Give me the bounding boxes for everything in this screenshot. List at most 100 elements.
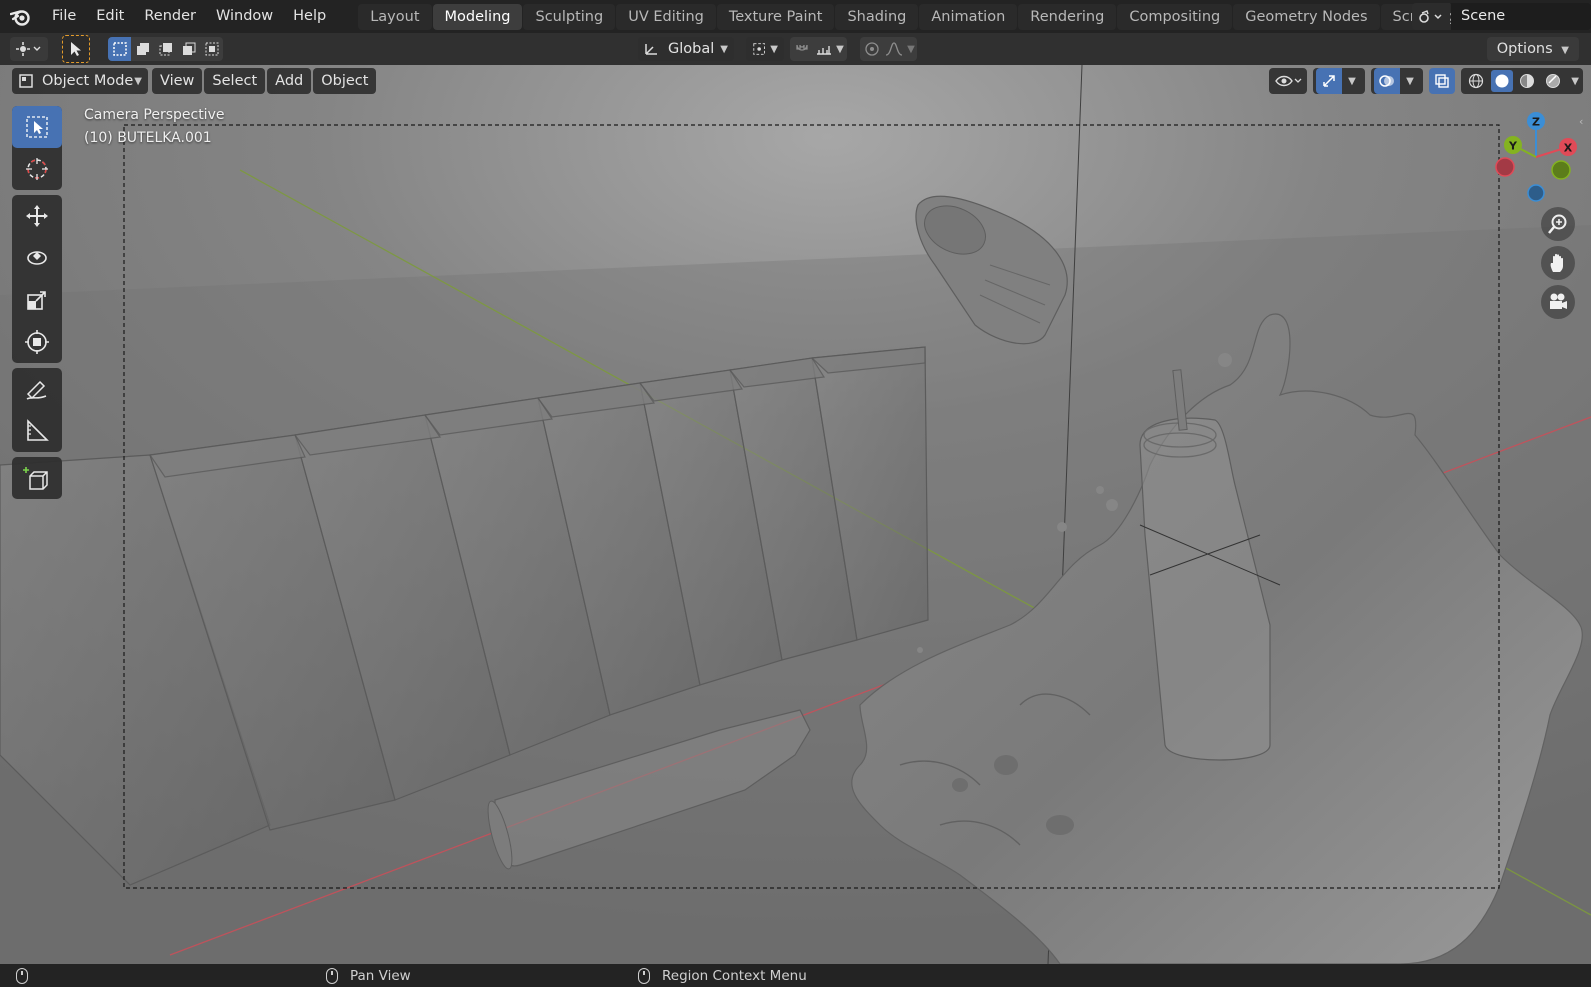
select-subtract-icon[interactable] xyxy=(154,37,177,61)
menu-help[interactable]: Help xyxy=(283,0,336,33)
tab-geometry-nodes[interactable]: Geometry Nodes xyxy=(1233,3,1380,30)
top-bar: File Edit Render Window Help Layout Mode… xyxy=(0,0,1591,33)
pan-hand-icon[interactable] xyxy=(1541,246,1575,280)
falloff-curve-icon xyxy=(885,42,903,56)
editor-type-icon[interactable] xyxy=(10,37,48,61)
wireframe-shading-icon[interactable] xyxy=(1465,70,1487,92)
neg-z-axis-handle[interactable] xyxy=(1527,184,1545,202)
viewport-header: Object Mode ▼ View Select Add Object xyxy=(12,68,378,94)
view-name-label: Camera Perspective xyxy=(84,107,225,123)
solid-shading-icon[interactable] xyxy=(1490,70,1513,92)
chevron-down-icon: ▼ xyxy=(720,43,728,55)
context-menu-hint: Region Context Menu xyxy=(662,967,807,984)
annotate-tools-group xyxy=(12,368,62,452)
proportional-edit-icon[interactable] xyxy=(860,37,883,61)
pivot-point-dropdown[interactable]: ▼ xyxy=(746,37,784,61)
3d-viewport[interactable]: Object Mode ▼ View Select Add Object ▼ ▼ xyxy=(0,65,1591,964)
pan-view-hint: Pan View xyxy=(350,967,411,984)
visibility-dropdown[interactable] xyxy=(1269,68,1307,94)
select-intersect-icon[interactable] xyxy=(200,37,223,61)
falloff-dropdown[interactable]: ▼ xyxy=(883,37,917,61)
options-label: Options xyxy=(1496,41,1553,57)
tab-animation[interactable]: Animation xyxy=(919,3,1018,30)
tab-modeling[interactable]: Modeling xyxy=(432,3,523,30)
overlays-icon[interactable] xyxy=(1374,68,1401,94)
transform-tool-icon[interactable] xyxy=(12,321,62,363)
menu-view[interactable]: View xyxy=(152,68,203,94)
main-menu: File Edit Render Window Help xyxy=(42,0,336,33)
tab-shading[interactable]: Shading xyxy=(835,3,919,30)
blender-logo-icon[interactable] xyxy=(0,0,42,33)
snap-target-dropdown[interactable]: ▼ xyxy=(813,37,847,61)
object-mode-icon xyxy=(19,74,33,88)
chevron-down-icon: ▼ xyxy=(1406,75,1414,87)
tab-texture-paint[interactable]: Texture Paint xyxy=(716,3,835,30)
select-box-tool-icon[interactable] xyxy=(12,106,62,148)
tab-sculpting[interactable]: Sculpting xyxy=(523,3,616,30)
material-preview-icon[interactable] xyxy=(1516,70,1538,92)
camera-view-icon[interactable] xyxy=(1541,285,1575,319)
chevron-down-icon: ▼ xyxy=(770,43,778,55)
neg-y-axis-handle[interactable] xyxy=(1551,160,1571,180)
gizmo-toggle-group[interactable]: ▼ xyxy=(1313,68,1365,94)
tab-compositing[interactable]: Compositing xyxy=(1117,3,1233,30)
rotate-tool-icon[interactable] xyxy=(12,237,62,279)
zoom-icon[interactable] xyxy=(1541,207,1575,241)
xray-toggle-icon[interactable] xyxy=(1429,68,1455,94)
select-invert-icon[interactable] xyxy=(177,37,200,61)
scene-name-field[interactable]: Scene xyxy=(1451,3,1591,30)
snap-toggle-icon[interactable] xyxy=(790,37,813,61)
menu-add[interactable]: Add xyxy=(267,68,312,94)
add-cube-tool-icon[interactable] xyxy=(12,457,62,499)
pivot-point-icon xyxy=(753,43,765,55)
menu-object[interactable]: Object xyxy=(313,68,377,94)
transform-orientation-dropdown[interactable]: Global ▼ xyxy=(638,37,734,61)
shading-mode-group: ▼ xyxy=(1461,68,1583,94)
object-mode-label: Object Mode xyxy=(42,73,134,89)
menu-select[interactable]: Select xyxy=(204,68,266,94)
menu-edit[interactable]: Edit xyxy=(86,0,134,33)
neg-x-axis-handle[interactable] xyxy=(1495,157,1515,177)
measure-tool-icon[interactable] xyxy=(12,410,62,452)
select-extend-icon[interactable] xyxy=(131,37,154,61)
sidebar-toggle-icon[interactable]: ‹ xyxy=(1579,115,1589,129)
menu-file[interactable]: File xyxy=(42,0,86,33)
object-mode-dropdown[interactable]: Object Mode ▼ xyxy=(12,68,148,94)
chevron-down-icon: ▼ xyxy=(907,43,915,55)
rendered-shading-icon[interactable] xyxy=(1542,70,1564,92)
overlay-toggle-group[interactable]: ▼ xyxy=(1371,68,1423,94)
select-new-icon[interactable] xyxy=(108,37,131,61)
add-tools-group xyxy=(12,457,62,499)
active-tool-select-icon[interactable] xyxy=(62,35,90,63)
mouse-middle-icon xyxy=(326,967,338,984)
cursor-tool-icon[interactable] xyxy=(12,148,62,190)
eye-icon xyxy=(1275,75,1302,87)
tool-shelf xyxy=(12,106,62,504)
viewport-scene xyxy=(0,65,1591,964)
gizmo-toggle-icon[interactable] xyxy=(1316,68,1343,94)
scale-tool-icon[interactable] xyxy=(12,279,62,321)
active-object-label: (10) BUTELKA.001 xyxy=(84,130,212,146)
scene-browse-icon[interactable] xyxy=(1412,3,1450,30)
status-right-mouse: Region Context Menu xyxy=(638,967,807,984)
chevron-down-icon: ▼ xyxy=(1348,75,1356,87)
options-dropdown[interactable]: Options ▼ xyxy=(1486,37,1579,61)
workspace-tabs: Layout Modeling Sculpting UV Editing Tex… xyxy=(358,0,1496,33)
tab-layout[interactable]: Layout xyxy=(358,3,432,30)
snap-increment-icon xyxy=(817,46,832,55)
menu-render[interactable]: Render xyxy=(134,0,206,33)
tab-rendering[interactable]: Rendering xyxy=(1018,3,1117,30)
proportional-editing-group: ▼ xyxy=(860,37,917,61)
tab-uv-editing[interactable]: UV Editing xyxy=(616,3,716,30)
mouse-right-icon xyxy=(638,967,650,984)
chevron-down-icon: ▼ xyxy=(1571,75,1579,87)
navigation-gizmo[interactable]: Z X Y xyxy=(1493,105,1583,205)
navigation-buttons xyxy=(1541,207,1575,324)
chevron-down-icon: ▼ xyxy=(836,43,844,55)
select-tools-group xyxy=(12,106,62,190)
selection-mode-group xyxy=(108,37,223,61)
menu-window[interactable]: Window xyxy=(206,0,283,33)
annotate-tool-icon[interactable] xyxy=(12,368,62,410)
scene-selector: Scene xyxy=(1412,3,1591,30)
move-tool-icon[interactable] xyxy=(12,195,62,237)
